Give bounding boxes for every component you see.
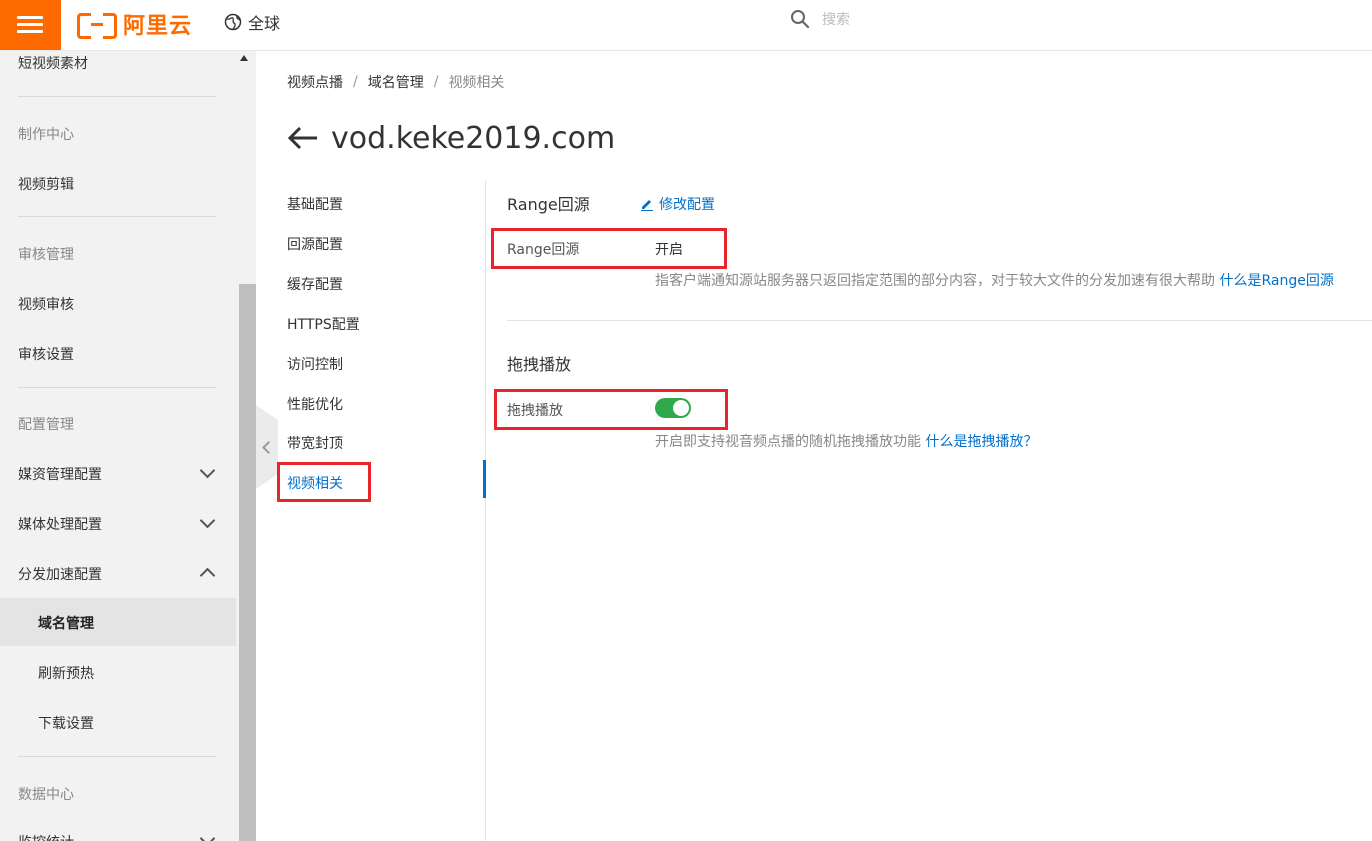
range-section-title: Range回源: [507, 195, 590, 214]
sidebar-item-video-review[interactable]: 视频审核: [18, 294, 74, 314]
range-description-text: 指客户端通知源站服务器只返回指定范围的部分内容，对于较大文件的分发加速有很大帮助: [655, 273, 1215, 289]
chevron-down-icon[interactable]: [199, 830, 216, 841]
global-search[interactable]: 搜索: [790, 9, 850, 29]
left-sidebar: 短视频素材 制作中心 视频剪辑 审核管理 视频审核 审核设置 配置管理 媒资管理…: [0, 51, 256, 841]
range-field-label: Range回源: [507, 242, 580, 258]
globe-icon: [224, 13, 242, 31]
edit-config-link[interactable]: 修改配置: [640, 194, 715, 214]
tab-basic-config[interactable]: 基础配置: [287, 194, 343, 214]
tab-bandwidth-cap[interactable]: 带宽封顶: [287, 433, 343, 453]
section-divider: [507, 320, 1372, 321]
sidebar-group-config: 配置管理: [18, 417, 74, 433]
menu-icon-line: [17, 30, 43, 33]
drag-description: 开启即支持视音频点播的随机拖拽播放功能 什么是拖拽播放？: [655, 431, 1037, 451]
scroll-up-arrow-icon[interactable]: [240, 55, 248, 61]
drag-field-label: 拖拽播放: [507, 403, 563, 419]
tab-https-config[interactable]: HTTPS配置: [287, 314, 360, 334]
sidebar-item-distribution-config[interactable]: 分发加速配置: [18, 564, 102, 584]
sidebar-item-media-processing-config[interactable]: 媒体处理配置: [18, 514, 102, 534]
brand-name: 阿里云: [123, 14, 193, 39]
sidebar-item-domain-management[interactable]: 域名管理: [38, 613, 94, 633]
range-description: 指客户端通知源站服务器只返回指定范围的部分内容，对于较大文件的分发加速有很大帮助…: [655, 270, 1334, 290]
region-label: 全球: [248, 14, 281, 33]
chevron-down-icon[interactable]: [199, 512, 216, 529]
sidebar-divider: [18, 756, 216, 757]
pencil-icon: [641, 200, 653, 211]
sidebar-divider: [18, 216, 216, 217]
sidebar-collapse-toggle[interactable]: [256, 405, 278, 489]
active-tab-indicator: [483, 460, 486, 498]
sidebar-item-monitoring[interactable]: 监控统计: [18, 832, 74, 841]
sidebar-item-video-editing[interactable]: 视频剪辑: [18, 174, 74, 194]
region-selector[interactable]: 全球: [224, 10, 280, 34]
hamburger-menu-button[interactable]: [0, 0, 61, 50]
sidebar-group-production: 制作中心: [18, 127, 74, 143]
sidebar-item-review-settings[interactable]: 审核设置: [18, 344, 74, 364]
breadcrumb-current: 视频相关: [448, 75, 505, 91]
chevron-up-icon[interactable]: [199, 567, 216, 584]
chevron-down-icon[interactable]: [199, 462, 216, 479]
back-arrow-icon[interactable]: [287, 126, 319, 150]
search-input[interactable]: 搜索: [822, 9, 850, 29]
aliyun-logo[interactable]: 阿里云: [77, 8, 192, 40]
search-icon: [791, 10, 810, 29]
edit-config-label: 修改配置: [659, 197, 715, 213]
range-help-link[interactable]: 什么是Range回源: [1219, 273, 1333, 289]
content-divider: [485, 180, 486, 841]
page-header: vod.keke2019.com: [287, 116, 615, 160]
sidebar-item-download-settings[interactable]: 下载设置: [38, 713, 94, 733]
tab-cache-config[interactable]: 缓存配置: [287, 274, 343, 294]
menu-icon-line: [17, 23, 43, 26]
tab-origin-config[interactable]: 回源配置: [287, 234, 343, 254]
sidebar-divider: [18, 387, 216, 388]
breadcrumb: 视频点播 / 域名管理 / 视频相关: [287, 72, 504, 92]
sidebar-group-review: 审核管理: [18, 247, 74, 263]
tab-access-control[interactable]: 访问控制: [287, 354, 343, 374]
breadcrumb-separator: /: [433, 74, 439, 90]
highlight-box: [277, 462, 371, 502]
logo-mark-icon: [77, 13, 117, 39]
sidebar-item-media-asset-config[interactable]: 媒资管理配置: [18, 464, 102, 484]
sidebar-divider: [18, 96, 216, 97]
drag-section-title: 拖拽播放: [507, 355, 572, 374]
sidebar-active-highlight: [0, 598, 236, 646]
sidebar-item-short-video-material[interactable]: 短视频素材: [18, 53, 88, 73]
breadcrumb-separator: /: [353, 74, 358, 90]
breadcrumb-domain-management[interactable]: 域名管理: [368, 72, 424, 92]
drag-play-toggle[interactable]: [655, 398, 691, 418]
drag-help-link[interactable]: 什么是拖拽播放？: [925, 434, 1037, 450]
sidebar-group-data-center: 数据中心: [18, 787, 74, 803]
page-title: vod.keke2019.com: [331, 120, 616, 156]
sidebar-item-refresh-preload[interactable]: 刷新预热: [38, 663, 94, 683]
top-bar: 阿里云 全球 搜索: [0, 0, 1372, 51]
sidebar-scrollbar[interactable]: [239, 284, 256, 841]
tab-performance[interactable]: 性能优化: [287, 394, 343, 414]
drag-description-text: 开启即支持视音频点播的随机拖拽播放功能: [655, 434, 921, 450]
breadcrumb-vod[interactable]: 视频点播: [287, 72, 343, 92]
range-field-value: 开启: [655, 242, 683, 258]
menu-icon-line: [17, 16, 43, 19]
